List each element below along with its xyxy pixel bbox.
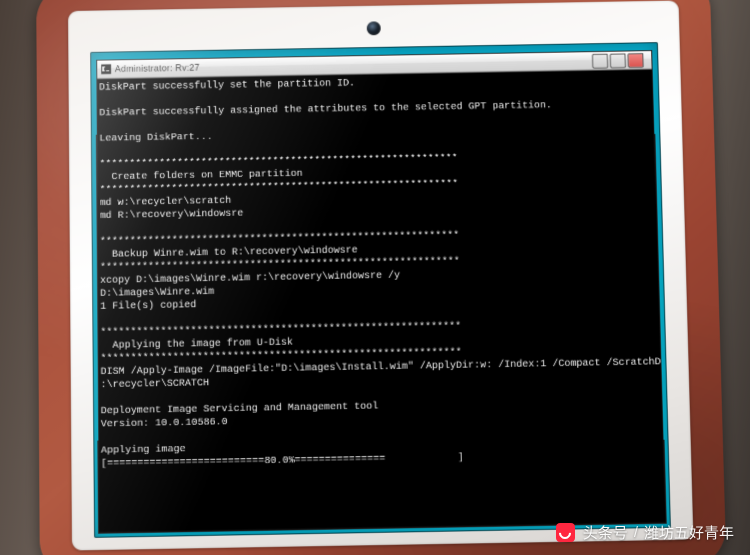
maximize-button[interactable] — [610, 53, 626, 68]
minimize-button[interactable] — [592, 53, 608, 68]
tablet-screen: Administrator: Rv:27 DiskPart successful… — [90, 42, 671, 538]
watermark-separator: / — [634, 524, 638, 541]
toutiao-logo-icon — [556, 523, 575, 542]
command-prompt-window[interactable]: Administrator: Rv:27 DiskPart successful… — [97, 51, 666, 533]
tablet-case: Administrator: Rv:27 DiskPart successful… — [36, 0, 726, 555]
window-title: Administrator: Rv:27 — [115, 63, 200, 74]
photo-background: Administrator: Rv:27 DiskPart successful… — [0, 0, 750, 555]
watermark-author: 潍坊五好青年 — [644, 522, 734, 543]
tablet-bezel: Administrator: Rv:27 DiskPart successful… — [68, 0, 693, 550]
watermark: 头条号 / 潍坊五好青年 — [556, 522, 734, 543]
front-camera — [367, 21, 381, 35]
terminal-output: DiskPart successfully set the partition … — [97, 68, 665, 532]
close-button[interactable] — [628, 53, 644, 68]
watermark-prefix: 头条号 — [583, 522, 628, 543]
cmd-icon — [101, 64, 111, 74]
